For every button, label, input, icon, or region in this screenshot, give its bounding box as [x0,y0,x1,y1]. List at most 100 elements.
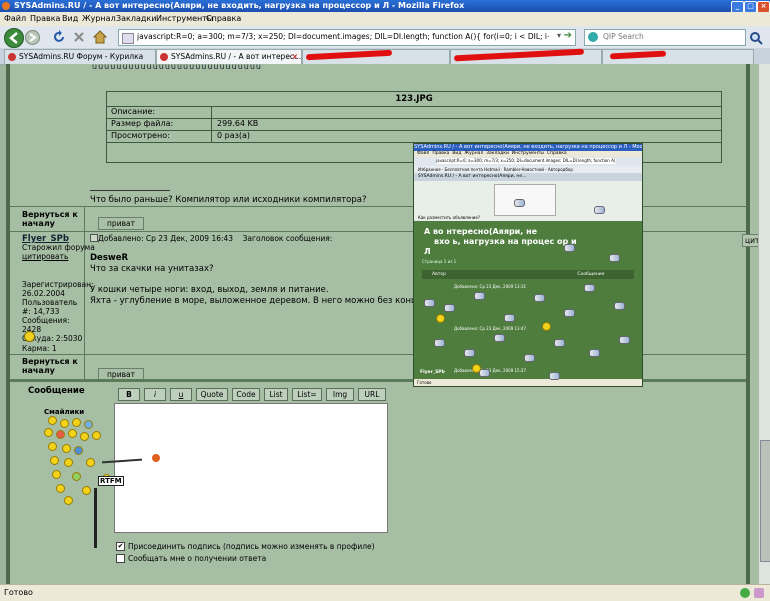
scrollbar-thumb[interactable] [760,440,770,562]
smiley-icon[interactable] [64,496,73,505]
forward-button[interactable] [25,30,40,45]
rtfm-sign: RTFM [98,476,124,486]
sprite-icon [564,309,575,317]
attachment-value: 299.64 KB [217,119,259,128]
nested-tab: SYSAdmins.RU / - А вот интересно(Аяяри, … [414,173,642,181]
smiley-icon[interactable] [48,442,57,451]
smiley-icon[interactable] [60,419,69,428]
sprite-icon [514,199,525,207]
sprite-icon [444,304,455,312]
attachment-label: Размер файла: [111,119,174,128]
nested-url: javascript:R=0; a=300; m=7/3; x=250; DI=… [436,158,616,164]
back-to-top-link[interactable]: Вернуться к началу [22,357,82,375]
smiley-icon[interactable] [52,470,61,479]
smiley-icon[interactable] [82,486,91,495]
nested-post-date: Добавлено: Ср 23 Дек, 2009 15:27 [454,368,527,373]
page-icon [122,33,134,44]
search-icon[interactable] [749,31,763,45]
back-button[interactable] [4,28,24,48]
tab-label: SYSAdmins.RU / - А вот интерес... [171,52,302,61]
smiley-icon[interactable] [56,430,65,439]
url-dropdown-icon[interactable]: ▾ [557,31,561,40]
url-button[interactable]: URL [358,388,386,401]
code-button[interactable]: Code [232,388,260,401]
menu-tools[interactable]: Инструменты [156,14,213,23]
menubar: Файл Правка Вид Журнал Закладки Инструме… [0,12,770,27]
quote-button-edge[interactable]: цита [742,234,758,247]
stop-icon[interactable] [72,30,86,44]
reload-icon[interactable] [52,30,66,44]
go-arrow-icon[interactable]: ➔ [564,30,572,41]
tab-active-thread[interactable]: SYSAdmins.RU / - А вот интерес... × [156,49,302,64]
bold-button[interactable]: B [118,388,140,401]
tab-favicon [160,53,168,61]
list-button[interactable]: List [264,388,288,401]
search-input[interactable]: QIP Search [584,29,746,46]
tab-bar: SYSAdmins.RU Форум - Курилка SYSAdmins.R… [0,48,770,65]
nested-heading: Л [424,247,431,256]
smiley-icon[interactable] [56,484,65,493]
smiley-icon[interactable] [68,429,77,438]
menu-file[interactable]: Файл [4,14,26,23]
smiley-icon[interactable] [72,472,81,481]
author-registered: Зарегистрирован: 26.02.2004 [22,280,94,298]
smiley-icon[interactable] [74,446,83,455]
menu-help[interactable]: Справка [206,14,241,23]
nested-bookmarks: Избранное · Бесплатная почта Hotmail · R… [414,166,642,173]
italic-button[interactable]: i [144,388,166,401]
sprite-icon [594,206,605,214]
attachment-title: 123.JPG [107,92,721,107]
quote-link[interactable]: цитировать [22,252,68,261]
smiley-icon[interactable] [80,432,89,441]
message-textarea[interactable] [114,403,388,533]
smiley-icon[interactable] [72,418,81,427]
smiley-icon[interactable] [48,416,57,425]
nested-post-date: Добавлено: Ср 23 Дек, 2009 13:31 [454,284,527,289]
url-text: javascript:R=0; a=300; m=7/3; x=250; DI=… [137,32,549,41]
smileys-label: Смайлики [44,408,85,416]
addon-icon [754,588,764,598]
nested-titlebar: SYSAdmins.RU / - А вот интересно(Аяяри, … [414,144,642,151]
sprite-icon [554,339,565,347]
nested-statusbar: Готово [414,379,642,386]
quote-button[interactable]: Quote [196,388,228,401]
sprite-icon [534,294,545,302]
menu-view[interactable]: Вид [62,14,78,23]
img-button[interactable]: Img [326,388,354,401]
nested-author: Flyer_SPb [420,370,445,375]
menu-bookmarks[interactable]: Закладки [116,14,156,23]
notify-reply-checkbox[interactable] [116,554,125,563]
list-numbered-button[interactable]: List= [292,388,322,401]
cutoff-text: uuuuuuuuuuuuuuuuuuuuuuuuuuuu [92,64,262,71]
menu-edit[interactable]: Правка [30,14,60,23]
back-to-top-link[interactable]: Вернуться к началу [22,210,82,228]
sign-pole [94,488,97,548]
underline-button[interactable]: u [170,388,192,401]
home-icon[interactable] [92,29,108,45]
vertical-scrollbar[interactable] [758,64,770,584]
smiley-icon[interactable] [62,444,71,453]
sprite-icon [494,334,505,342]
signature-line-2: Яхта - углубление в море, выложенное дер… [90,296,461,306]
smiley-icon[interactable] [86,458,95,467]
notify-reply-label: Сообщать мне о получении ответа [128,554,267,563]
smiley-icon[interactable] [44,428,53,437]
quoted-author: DesweR [90,253,129,263]
smiley-icon[interactable] [92,431,101,440]
window-titlebar: SYSAdmins.RU / - А вот интересно(Аяяри, … [0,0,770,13]
menu-history[interactable]: Журнал [82,14,116,23]
tab-kurilka[interactable]: SYSAdmins.RU Форум - Курилка [4,49,156,64]
close-tab-icon[interactable]: × [292,50,298,64]
pm-button[interactable]: приват [98,217,144,230]
smiley-icon[interactable] [64,458,73,467]
sprite-icon [464,349,475,357]
smiley-icon[interactable] [50,456,59,465]
sprite-icon [549,372,560,380]
sprite-icon [609,254,620,262]
nested-heading: вхо ь, нагрузка на процес ор и [434,237,577,246]
nested-page-info: Страница 1 из 1 [422,259,457,264]
smiley-icon[interactable] [84,420,93,429]
attach-signature-checkbox[interactable]: ✔ [116,542,125,551]
nested-box [494,184,556,216]
url-bar[interactable]: javascript:R=0; a=300; m=7/3; x=250; DI=… [118,29,576,46]
